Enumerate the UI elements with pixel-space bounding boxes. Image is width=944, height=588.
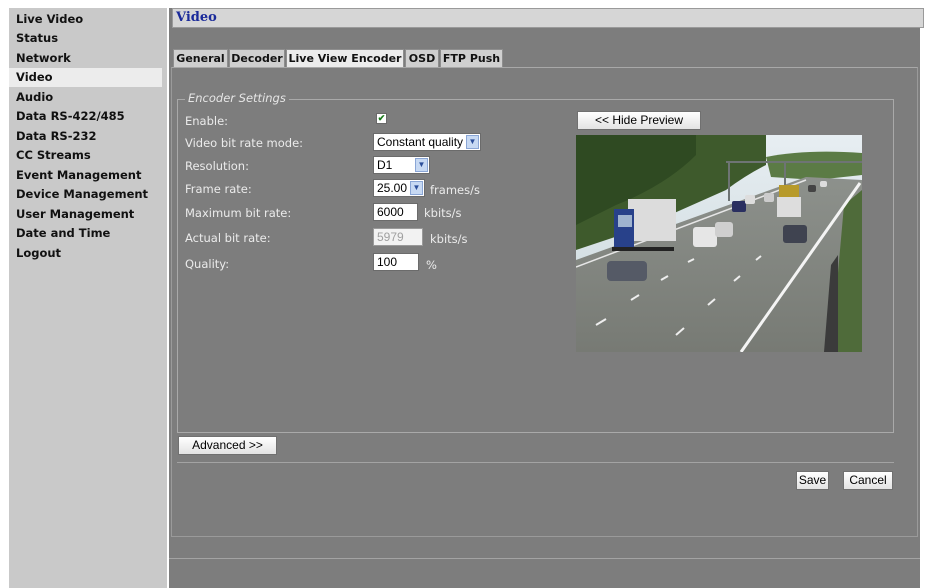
actual-bitrate-label: Actual bit rate: xyxy=(185,231,271,245)
max-bitrate-unit: kbits/s xyxy=(424,206,462,220)
max-bitrate-label: Maximum bit rate: xyxy=(185,206,292,220)
sidebar-item-data-rs422-485[interactable]: Data RS-422/485 xyxy=(9,107,162,126)
page-title-bar: Video xyxy=(172,8,924,28)
bitrate-mode-value: Constant quality xyxy=(377,135,464,149)
cancel-button[interactable]: Cancel xyxy=(843,471,893,490)
sidebar-item-user-management[interactable]: User Management xyxy=(9,205,162,224)
resolution-select[interactable]: D1 ▼ xyxy=(373,156,430,174)
sidebar-item-data-rs232[interactable]: Data RS-232 xyxy=(9,127,162,146)
chevron-down-icon: ▼ xyxy=(466,135,479,149)
quality-input[interactable]: 100 xyxy=(373,253,419,271)
check-icon: ✔ xyxy=(377,113,386,123)
sidebar-item-cc-streams[interactable]: CC Streams xyxy=(9,146,162,165)
tab-general[interactable]: General xyxy=(173,49,228,67)
video-preview xyxy=(576,135,862,352)
sidebar-item-device-management[interactable]: Device Management xyxy=(9,185,162,204)
tab-decoder[interactable]: Decoder xyxy=(229,49,285,67)
resolution-label: Resolution: xyxy=(185,159,249,173)
frame-rate-unit: frames/s xyxy=(430,183,480,197)
quality-unit: % xyxy=(426,258,437,272)
chevron-down-icon: ▼ xyxy=(415,158,428,172)
sidebar-item-audio[interactable]: Audio xyxy=(9,88,162,107)
bitrate-mode-label: Video bit rate mode: xyxy=(185,136,304,150)
save-button[interactable]: Save xyxy=(796,471,829,490)
sidebar-item-video[interactable]: Video xyxy=(9,68,162,87)
chevron-down-icon: ▼ xyxy=(410,181,423,195)
resolution-value: D1 xyxy=(377,158,393,172)
advanced-button[interactable]: Advanced >> xyxy=(178,436,277,455)
tab-osd[interactable]: OSD xyxy=(405,49,439,67)
actual-bitrate-unit: kbits/s xyxy=(430,232,468,246)
actual-bitrate-input: 5979 xyxy=(373,228,423,246)
sidebar-item-network[interactable]: Network xyxy=(9,49,162,68)
quality-label: Quality: xyxy=(185,257,230,271)
page-title: Video xyxy=(176,10,217,25)
encoder-settings-legend: Encoder Settings xyxy=(185,91,289,105)
footer-divider xyxy=(169,558,920,559)
sidebar-item-event-management[interactable]: Event Management xyxy=(9,166,162,185)
sidebar-nav: Live Video Status Network Video Audio Da… xyxy=(9,8,167,588)
frame-rate-label: Frame rate: xyxy=(185,182,252,196)
tab-live-view-encoder[interactable]: Live View Encoder xyxy=(286,49,404,67)
tab-ftp-push[interactable]: FTP Push xyxy=(440,49,503,67)
frame-rate-select[interactable]: 25.00 ▼ xyxy=(373,179,425,197)
frame-rate-value: 25.00 xyxy=(377,181,408,195)
video-preview-image xyxy=(576,135,862,352)
hide-preview-button[interactable]: << Hide Preview xyxy=(577,111,701,130)
main-content: Video General Decoder Live View Encoder … xyxy=(169,8,924,588)
sidebar-item-logout[interactable]: Logout xyxy=(9,244,162,263)
sidebar-item-status[interactable]: Status xyxy=(9,29,162,48)
divider xyxy=(177,462,894,463)
enable-label: Enable: xyxy=(185,114,229,128)
enable-checkbox[interactable]: ✔ xyxy=(376,113,387,124)
sidebar-item-date-and-time[interactable]: Date and Time xyxy=(9,224,162,243)
bitrate-mode-select[interactable]: Constant quality ▼ xyxy=(373,133,481,151)
sidebar-item-live-video[interactable]: Live Video xyxy=(9,10,162,29)
max-bitrate-input[interactable]: 6000 xyxy=(373,203,418,221)
